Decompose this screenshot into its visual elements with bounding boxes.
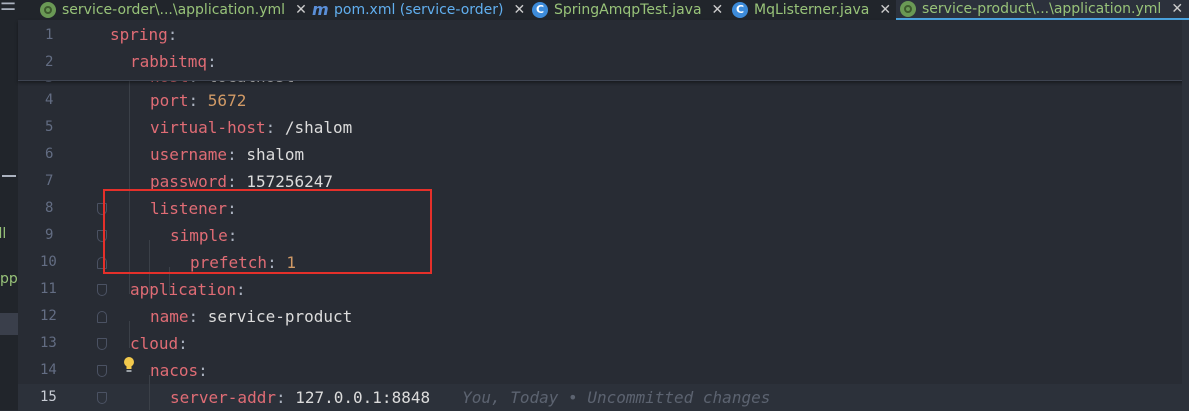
tab-label: MqListerner.java <box>754 2 870 18</box>
line-number-current: 15 <box>40 389 57 405</box>
fold-marker-icon[interactable] <box>97 392 107 404</box>
editor-tab-bar: service-order\...\application.yml ✕ m po… <box>18 0 1189 20</box>
close-icon[interactable]: ✕ <box>712 2 724 18</box>
code-line-14: nacos: <box>150 361 208 380</box>
line-number: 12 <box>40 308 57 324</box>
tab-label: service-order\...\application.yml <box>62 2 286 18</box>
close-icon[interactable]: ✕ <box>879 2 891 18</box>
line-number: 6 <box>45 146 54 162</box>
line-number: 2 <box>45 54 54 70</box>
tab-service-product-application-yml[interactable]: service-product\...\application.yml ✕ <box>896 0 1189 20</box>
code-line-11: application: <box>130 280 246 299</box>
fold-marker-icon[interactable] <box>97 284 107 296</box>
close-icon[interactable]: ✕ <box>514 2 526 18</box>
lightbulb-icon[interactable] <box>123 356 135 374</box>
sticky-scroll-header[interactable]: 1 2 spring: rabbitmq: <box>18 20 1189 81</box>
code-line-15: server-addr: 127.0.0.1:8848 You, Today • … <box>170 388 771 407</box>
highlight-annotation-box <box>103 189 432 274</box>
close-icon[interactable]: ✕ <box>1171 1 1183 17</box>
tab-mqlisterner-java[interactable]: C MqListerner.java ✕ <box>732 0 891 20</box>
yaml-icon <box>40 2 56 18</box>
code-line-13: cloud: <box>130 334 188 353</box>
code-line-5: virtual-host: /shalom <box>150 118 353 137</box>
line-number: 7 <box>45 173 54 189</box>
git-blame-hint: You, Today • Uncommitted changes <box>462 388 771 407</box>
line-number: 13 <box>40 335 57 351</box>
menu-icon[interactable]: ☰ <box>0 0 18 16</box>
tab-service-order-application-yml[interactable]: service-order\...\application.yml ✕ <box>40 0 307 20</box>
code-line-6: username: shalom <box>150 145 305 164</box>
tab-springamqptest-java[interactable]: C SpringAmqpTest.java ✕ <box>532 0 723 20</box>
tab-label: pom.xml (service-order) <box>334 2 504 18</box>
close-icon[interactable]: ✕ <box>295 2 307 18</box>
editor-scrollbar[interactable] <box>1182 20 1189 410</box>
fold-marker-icon[interactable] <box>97 365 107 377</box>
line-number: 11 <box>40 281 57 297</box>
line-number: 4 <box>45 92 54 108</box>
code-line-12: name: service-product <box>150 307 353 326</box>
tab-label: service-product\...\application.yml <box>922 1 1162 17</box>
line-number: 1 <box>45 27 54 43</box>
code-line-1: spring: <box>110 25 178 44</box>
java-class-icon: C <box>532 2 548 18</box>
line-number: 5 <box>45 119 54 135</box>
line-number: 8 <box>45 200 54 216</box>
tab-pom-xml[interactable]: m pom.xml (service-order) ✕ <box>312 0 525 20</box>
line-number: 14 <box>40 362 57 378</box>
code-line-4: port: 5672 <box>150 91 247 110</box>
fold-end-marker-icon[interactable] <box>97 311 107 323</box>
maven-icon: m <box>312 0 329 19</box>
line-number: 9 <box>45 227 54 243</box>
code-line-2: rabbitmq: <box>130 52 217 71</box>
yaml-icon <box>900 1 916 17</box>
line-number: 10 <box>40 254 57 270</box>
java-class-icon: C <box>732 2 748 18</box>
tab-label: SpringAmqpTest.java <box>554 2 702 18</box>
fold-marker-icon[interactable] <box>97 338 107 350</box>
